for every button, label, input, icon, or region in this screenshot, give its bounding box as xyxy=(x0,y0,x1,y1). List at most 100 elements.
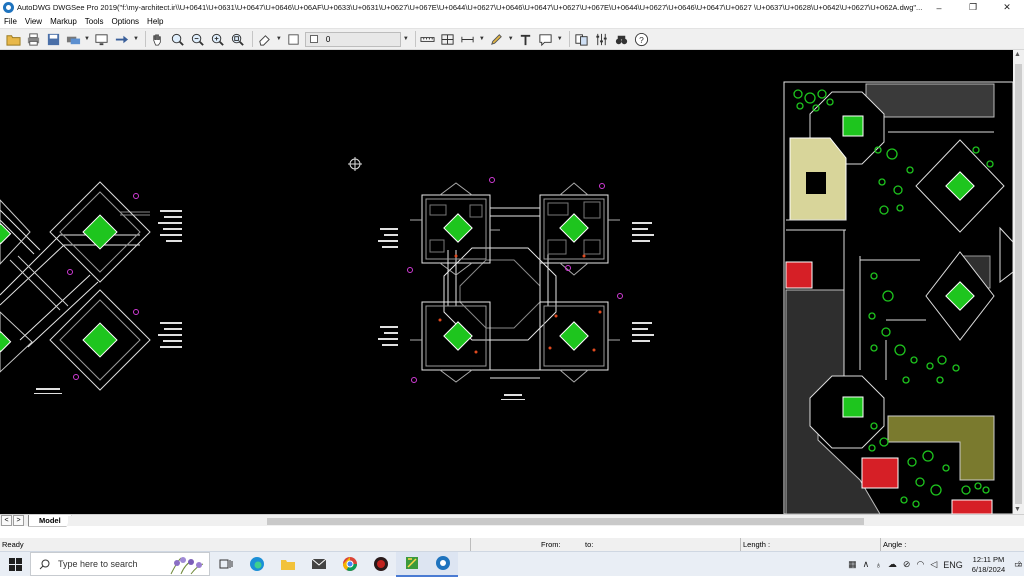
convert-button[interactable] xyxy=(113,30,131,48)
start-button[interactable] xyxy=(0,552,30,577)
taskbar-mail[interactable] xyxy=(303,552,334,577)
folder-icon xyxy=(5,34,21,46)
save-button[interactable] xyxy=(44,30,62,48)
taskbar-edge[interactable] xyxy=(241,552,272,577)
find-button[interactable] xyxy=(613,30,631,48)
layer-select-value: 0 xyxy=(325,34,331,44)
comment-button[interactable] xyxy=(537,30,555,48)
printer-icon xyxy=(27,32,39,46)
dimension-dropdown-icon[interactable]: ▼ xyxy=(479,36,485,42)
compare-button[interactable] xyxy=(573,30,591,48)
taskbar-app-red[interactable] xyxy=(365,552,396,577)
layer-dropdown-icon[interactable]: ▼ xyxy=(403,36,409,42)
taskbar-autocad-app[interactable] xyxy=(396,551,427,577)
hand-icon xyxy=(153,33,162,45)
title-bar: AutoDWG DWGSee Pro 2019("f:\my-architect… xyxy=(0,0,1024,15)
vertical-scrollbar[interactable]: ▲ ▼ xyxy=(1013,50,1024,514)
tray-expand-icon[interactable]: ∧ xyxy=(863,559,870,570)
mic-icon[interactable]: ♁ xyxy=(875,560,882,570)
scroll-down-icon[interactable]: ▼ xyxy=(1014,506,1021,513)
print-button[interactable] xyxy=(24,30,42,48)
drawing-canvas[interactable] xyxy=(0,50,1013,514)
tab-prev-button[interactable]: < xyxy=(1,515,12,526)
middle-floor-plan xyxy=(410,182,620,383)
mail-icon xyxy=(311,558,326,569)
markup-pen-button[interactable] xyxy=(488,30,506,48)
menu-markup[interactable]: Markup xyxy=(46,17,81,26)
status-bar: Ready From: to: Length : Angle : xyxy=(0,538,1024,551)
menu-options[interactable]: Options xyxy=(107,17,143,26)
notifications-count: 2 xyxy=(1017,561,1021,568)
open-folder-button[interactable] xyxy=(4,30,22,48)
minimize-button[interactable]: – xyxy=(922,0,956,15)
menu-help[interactable]: Help xyxy=(143,17,167,26)
scroll-up-icon[interactable]: ▲ xyxy=(1014,51,1021,58)
onedrive-icon[interactable]: ☁ xyxy=(888,559,897,570)
layout-tab-row: < > Model xyxy=(0,514,1024,527)
tab-next-button[interactable]: > xyxy=(13,515,24,526)
taskbar-chrome[interactable] xyxy=(334,552,365,577)
speaker-icon[interactable]: ◁ xyxy=(930,559,937,570)
task-view-icon xyxy=(219,559,232,569)
menu-file[interactable]: File xyxy=(0,17,21,26)
north-arrow-symbol xyxy=(348,157,362,171)
app-tray-icon[interactable]: ⊘ xyxy=(903,559,911,570)
binoculars-icon xyxy=(616,35,628,44)
wifi-icon[interactable]: ◠ xyxy=(916,559,924,570)
status-angle-label: Angle : xyxy=(883,540,907,549)
status-from-to-field: From: to: xyxy=(470,538,740,551)
toolbar-separator xyxy=(414,31,416,47)
windows-taskbar: Type here to search ▦ ∧ ♁ ☁ ⊘ ◠ ◁ ENG 12… xyxy=(0,551,1024,577)
horizontal-scroll-thumb[interactable] xyxy=(267,518,864,525)
tab-model[interactable]: Model xyxy=(28,514,72,527)
show-desktop-widget-icon[interactable]: ▦ xyxy=(848,559,857,570)
layer-manager-button[interactable] xyxy=(285,30,303,48)
dwgsee-app-icon xyxy=(435,556,450,570)
status-angle-field: Angle : xyxy=(880,538,1024,551)
zoom-extents-button[interactable] xyxy=(229,30,247,48)
window-title: AutoDWG DWGSee Pro 2019("f:\my-architect… xyxy=(17,3,923,12)
pen-dropdown-icon[interactable]: ▼ xyxy=(508,36,514,42)
pan-button[interactable] xyxy=(149,30,167,48)
properties-button[interactable] xyxy=(593,30,611,48)
dwgsee-app-icon xyxy=(3,2,14,13)
measure-distance-button[interactable] xyxy=(419,30,437,48)
taskbar-search-placeholder: Type here to search xyxy=(58,559,138,569)
language-indicator[interactable]: ENG xyxy=(943,560,963,570)
taskbar-clock[interactable]: 12:11 PM 6/18/2024 xyxy=(972,555,1005,575)
display-button[interactable] xyxy=(93,30,111,48)
maximize-button[interactable]: ❐ xyxy=(956,0,990,15)
vertical-scroll-thumb[interactable] xyxy=(1015,64,1022,504)
cad-drawing xyxy=(0,81,1013,514)
zoom-in-button[interactable] xyxy=(209,30,227,48)
horizontal-scrollbar[interactable] xyxy=(68,516,1012,526)
status-length-field: Length : xyxy=(740,538,880,551)
layer-select[interactable]: 0 xyxy=(304,31,401,47)
toolbar-separator xyxy=(251,31,253,47)
zoom-realtime-button[interactable] xyxy=(169,30,187,48)
edge-browser-icon xyxy=(249,557,264,571)
convert-dropdown-icon[interactable]: ▼ xyxy=(133,36,139,42)
text-button[interactable] xyxy=(517,30,535,48)
dimension-button[interactable] xyxy=(459,30,477,48)
task-view-button[interactable] xyxy=(210,552,241,577)
taskbar-file-explorer[interactable] xyxy=(272,552,303,577)
batch-print-button[interactable] xyxy=(64,30,82,48)
eraser-button[interactable] xyxy=(256,30,274,48)
help-button[interactable]: ? xyxy=(633,30,651,48)
batch-print-dropdown-icon[interactable]: ▼ xyxy=(84,36,90,42)
menu-view[interactable]: View xyxy=(21,17,46,26)
taskbar-dwgsee[interactable] xyxy=(427,551,458,577)
left-floor-plan xyxy=(0,181,151,391)
zoom-out-button[interactable] xyxy=(189,30,207,48)
folder-icon xyxy=(280,560,295,570)
toolbar-separator xyxy=(568,31,570,47)
measure-area-button[interactable] xyxy=(439,30,457,48)
sliders-icon xyxy=(596,33,607,45)
comment-dropdown-icon[interactable]: ▼ xyxy=(557,36,563,42)
monitor-icon xyxy=(95,33,109,45)
eraser-dropdown-icon[interactable]: ▼ xyxy=(276,36,282,42)
taskbar-search-box[interactable]: Type here to search xyxy=(30,552,210,576)
menu-tools[interactable]: Tools xyxy=(81,17,108,26)
close-button[interactable]: ✕ xyxy=(990,0,1024,15)
